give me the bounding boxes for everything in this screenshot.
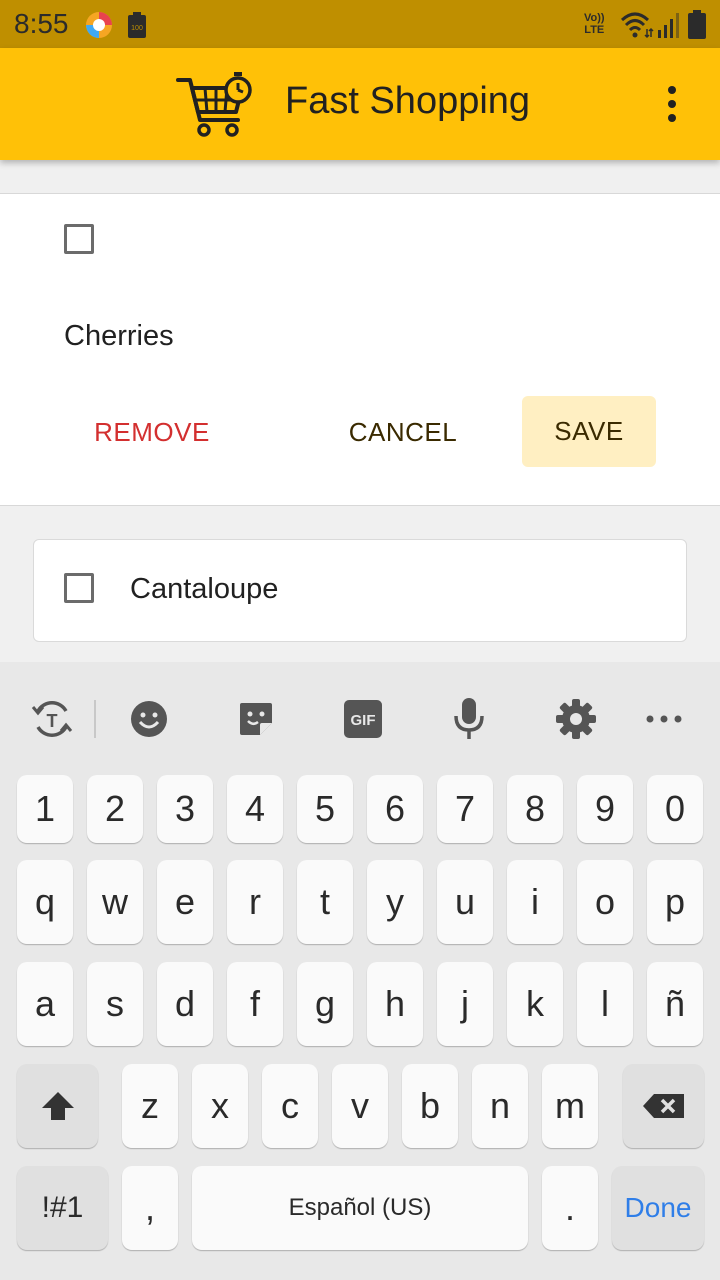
key-p[interactable]: p — [647, 860, 703, 944]
period-key[interactable]: . — [542, 1166, 598, 1250]
cart-timer-icon — [176, 70, 256, 138]
key-b[interactable]: b — [402, 1064, 458, 1148]
key-q[interactable]: q — [17, 860, 73, 944]
key-7[interactable]: 7 — [437, 775, 493, 843]
key-4[interactable]: 4 — [227, 775, 283, 843]
keyboard-keys: 1 2 3 4 5 6 7 8 9 0 q w e r t y u i o p a s d f g h j k l ñ z x c v b n m !#1… — [0, 0, 720, 1280]
comma-key[interactable]: , — [122, 1166, 178, 1250]
key-t[interactable]: t — [297, 860, 353, 944]
key-g[interactable]: g — [297, 962, 353, 1046]
key-x[interactable]: x — [192, 1064, 248, 1148]
key-y[interactable]: y — [367, 860, 423, 944]
key-k[interactable]: k — [507, 962, 563, 1046]
key-6[interactable]: 6 — [367, 775, 423, 843]
key-w[interactable]: w — [87, 860, 143, 944]
key-c[interactable]: c — [262, 1064, 318, 1148]
done-key[interactable]: Done — [612, 1166, 704, 1250]
key-f[interactable]: f — [227, 962, 283, 1046]
key-5[interactable]: 5 — [297, 775, 353, 843]
backspace-key[interactable] — [623, 1064, 704, 1148]
key-l[interactable]: l — [577, 962, 633, 1046]
key-s[interactable]: s — [87, 962, 143, 1046]
key-0[interactable]: 0 — [647, 775, 703, 843]
key-m[interactable]: m — [542, 1064, 598, 1148]
key-8[interactable]: 8 — [507, 775, 563, 843]
key-z[interactable]: z — [122, 1064, 178, 1148]
key-i[interactable]: i — [507, 860, 563, 944]
key-j[interactable]: j — [437, 962, 493, 1046]
shift-key[interactable] — [17, 1064, 98, 1148]
key-ñ[interactable]: ñ — [647, 962, 703, 1046]
key-a[interactable]: a — [17, 962, 73, 1046]
app-title: Fast Shopping — [285, 80, 531, 122]
key-o[interactable]: o — [577, 860, 633, 944]
key-r[interactable]: r — [227, 860, 283, 944]
symbols-key[interactable]: !#1 — [17, 1166, 108, 1250]
key-h[interactable]: h — [367, 962, 423, 1046]
key-3[interactable]: 3 — [157, 775, 213, 843]
key-e[interactable]: e — [157, 860, 213, 944]
key-d[interactable]: d — [157, 962, 213, 1046]
more-vert-icon[interactable] — [652, 82, 692, 126]
key-9[interactable]: 9 — [577, 775, 633, 843]
key-2[interactable]: 2 — [87, 775, 143, 843]
key-v[interactable]: v — [332, 1064, 388, 1148]
backspace-icon — [642, 1094, 684, 1118]
key-1[interactable]: 1 — [17, 775, 73, 843]
key-u[interactable]: u — [437, 860, 493, 944]
shift-icon — [41, 1092, 74, 1120]
key-n[interactable]: n — [472, 1064, 528, 1148]
space-key[interactable]: Español (US) — [192, 1166, 528, 1250]
